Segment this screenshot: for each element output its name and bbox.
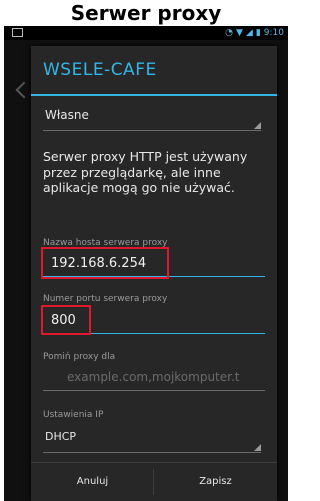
status-time: 9:10 xyxy=(263,28,284,38)
port-highlight-box xyxy=(41,305,91,335)
bypass-placeholder: example.com,mojkomputer.t xyxy=(67,370,240,384)
ip-settings-label: Ustawienia IP xyxy=(43,410,104,420)
proxy-mode-select[interactable]: Własne xyxy=(43,102,261,131)
dropdown-corner-icon xyxy=(254,444,261,451)
save-button[interactable]: Zapisz xyxy=(154,463,277,501)
ip-settings-select[interactable]: DHCP xyxy=(43,424,261,453)
network-dialog: WSELE-CAFE Własne Serwer proxy HTTP jest… xyxy=(31,46,277,501)
ip-settings-value: DHCP xyxy=(45,430,77,443)
page-title: Serwer proxy xyxy=(0,0,292,26)
signal-icon: ◢ xyxy=(245,28,253,38)
dialog-button-bar: Anuluj Zapisz xyxy=(31,462,277,501)
port-label: Numer portu serwera proxy xyxy=(43,294,168,304)
alarm-icon: ◔ xyxy=(225,28,233,38)
proxy-description: Serwer proxy HTTP jest używany przez prz… xyxy=(43,149,248,195)
status-icons: ◔ ▼ ◢ ▮ 9:10 xyxy=(222,26,284,40)
dialog-title: WSELE-CAFE xyxy=(43,60,157,80)
title-divider xyxy=(31,94,277,96)
back-chevron-icon xyxy=(15,81,33,99)
wifi-icon: ▼ xyxy=(235,28,243,38)
dropdown-corner-icon xyxy=(254,122,261,129)
bypass-label: Pomiń proxy dla xyxy=(43,352,116,362)
status-bar: ◔ ▼ ◢ ▮ 9:10 xyxy=(4,26,288,40)
proxy-mode-value: Własne xyxy=(45,108,89,122)
screenshot-notification-icon xyxy=(12,28,23,37)
phone-screen: ◔ ▼ ◢ ▮ 9:10 WSELE-CAFE Własne Serwer proxy … xyxy=(4,26,288,501)
host-highlight-box xyxy=(41,247,169,279)
battery-icon: ▮ xyxy=(255,28,261,38)
bypass-input[interactable]: example.com,mojkomputer.t xyxy=(43,364,265,391)
cancel-button[interactable]: Anuluj xyxy=(31,463,154,501)
